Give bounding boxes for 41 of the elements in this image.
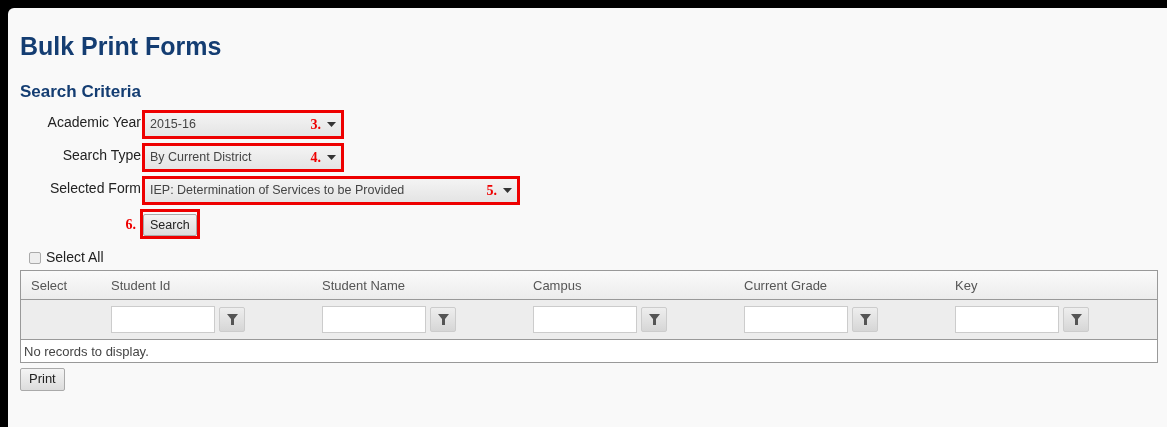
section-title: Search Criteria (20, 82, 142, 102)
filter-button[interactable] (1063, 307, 1089, 333)
annotation-number: 5. (486, 182, 497, 200)
dropdown[interactable]: By Current District 4. (145, 146, 341, 169)
search-button[interactable]: Search (143, 214, 197, 237)
annotation-number: 6. (124, 215, 137, 234)
column-header: Student Name (322, 278, 406, 294)
annotation-number: 4. (310, 149, 321, 167)
column-header: Campus (533, 278, 582, 294)
filter-input[interactable] (533, 306, 637, 334)
filter-input[interactable] (322, 306, 426, 334)
filter-icon (648, 314, 660, 326)
field-label: Academic Year (46, 113, 141, 132)
caret-icon (327, 155, 336, 160)
filter-icon (437, 314, 449, 326)
field-label: Search Type (61, 146, 141, 165)
caret-icon (327, 122, 336, 127)
filter-button[interactable] (430, 307, 456, 333)
dropdown[interactable]: 2015-16 3. (145, 113, 341, 136)
annotation-number: 3. (310, 116, 321, 134)
filter-icon (226, 314, 238, 326)
caret-icon (503, 188, 512, 193)
dropdown[interactable]: IEP: Determination of Services to be Provided 5. (145, 179, 517, 202)
column-header: Select (31, 278, 68, 294)
filter-icon (1070, 314, 1082, 326)
filter-button[interactable] (641, 307, 667, 333)
filter-button[interactable] (219, 307, 245, 333)
field-label: Selected Form (48, 179, 141, 198)
checkbox-label: Select All (46, 248, 104, 268)
filter-input[interactable] (111, 306, 215, 334)
column-header: Key (955, 278, 978, 294)
column-header: Student Id (111, 278, 171, 294)
column-header: Current Grade (744, 278, 828, 294)
filter-input[interactable] (744, 306, 848, 334)
page-title: Bulk Print Forms (20, 32, 223, 60)
filter-icon (859, 314, 871, 326)
filter-button[interactable] (852, 307, 878, 333)
empty-message: No records to display. (24, 342, 149, 361)
print-button[interactable]: Print (20, 367, 65, 391)
checkbox[interactable] (29, 251, 41, 264)
filter-input[interactable] (955, 306, 1059, 334)
